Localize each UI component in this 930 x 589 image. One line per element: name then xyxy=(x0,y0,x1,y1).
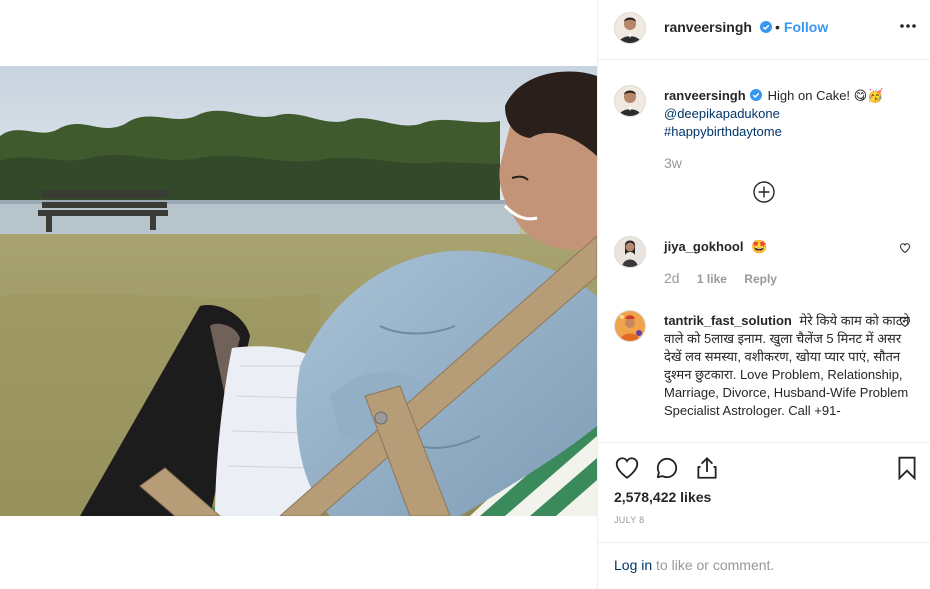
avatar-portrait-icon xyxy=(615,13,645,43)
avatar-astrologer-icon xyxy=(615,311,645,341)
caption-time: 3w xyxy=(664,155,682,171)
header-username-text[interactable]: ranveersingh xyxy=(664,19,752,35)
post-date: JULY 8 xyxy=(614,515,645,525)
comment-bubble-icon[interactable] xyxy=(654,455,680,481)
caption-mention-link[interactable]: @deepikapadukone xyxy=(664,106,780,121)
caption-text: ranveersingh High on Cake! 😋🥳 @deepikapad… xyxy=(664,87,914,141)
likes-count[interactable]: 2,578,422 likes xyxy=(614,489,711,505)
comment-text: tantrik_fast_solution मेरे किये काम को क… xyxy=(664,312,914,420)
avatar-portrait-icon xyxy=(615,86,645,116)
comment-likes-count[interactable]: 1 like xyxy=(697,272,727,286)
login-prompt: Log in to like or comment. xyxy=(598,542,930,589)
more-options-icon[interactable] xyxy=(898,16,918,36)
follow-label[interactable]: Follow xyxy=(784,19,828,35)
comment-time: 2d xyxy=(664,270,680,286)
caption-hashtag-link[interactable]: #happybirthdaytome xyxy=(664,124,782,139)
comment-username[interactable]: jiya_gokhool xyxy=(664,239,743,254)
post-photo[interactable] xyxy=(0,66,597,516)
comment-like-icon[interactable] xyxy=(899,242,911,254)
comment-username[interactable]: tantrik_fast_solution xyxy=(664,313,792,328)
comment-reply-button[interactable]: Reply xyxy=(744,272,777,286)
like-heart-icon[interactable] xyxy=(614,455,640,481)
caption-username[interactable]: ranveersingh xyxy=(664,88,746,103)
photo-illustration xyxy=(0,66,597,516)
author-avatar[interactable] xyxy=(614,12,646,44)
comment-avatar[interactable] xyxy=(614,236,646,268)
load-more-comments-icon[interactable] xyxy=(753,181,775,203)
post-actions: 2,578,422 likes JULY 8 xyxy=(598,442,930,542)
login-link[interactable]: Log in xyxy=(614,557,652,573)
follow-separator: • xyxy=(775,19,780,35)
avatar-portrait-icon xyxy=(615,237,645,267)
follow-button[interactable]: • Follow xyxy=(775,19,828,35)
verified-badge-icon xyxy=(749,89,762,101)
verified-badge-icon xyxy=(759,21,772,33)
post-side-panel: ranveersingh • Follow ranveersingh High … xyxy=(597,0,930,589)
comment-meta: 2d 1 like Reply xyxy=(664,270,791,286)
share-icon[interactable] xyxy=(694,455,720,481)
comment-text: jiya_gokhool 🤩 xyxy=(664,238,914,256)
comment-avatar[interactable] xyxy=(614,310,646,342)
login-prompt-text: to like or comment. xyxy=(652,557,775,573)
comment-like-icon[interactable] xyxy=(899,316,911,328)
instagram-post-view: ranveersingh • Follow ranveersingh High … xyxy=(0,0,930,589)
comment-body: 🤩 xyxy=(751,239,768,254)
header-username[interactable]: ranveersingh xyxy=(664,19,772,35)
comments-list[interactable]: ranveersingh High on Cake! 😋🥳 @deepikapad… xyxy=(598,61,930,442)
comment-body: मेरे किये काम को काटने वाले को 5लाख इनाम… xyxy=(664,313,910,418)
caption-body: High on Cake! 😋🥳 xyxy=(767,88,884,103)
caption-avatar[interactable] xyxy=(614,85,646,117)
post-header: ranveersingh • Follow xyxy=(598,0,930,60)
save-bookmark-icon[interactable] xyxy=(894,455,920,481)
